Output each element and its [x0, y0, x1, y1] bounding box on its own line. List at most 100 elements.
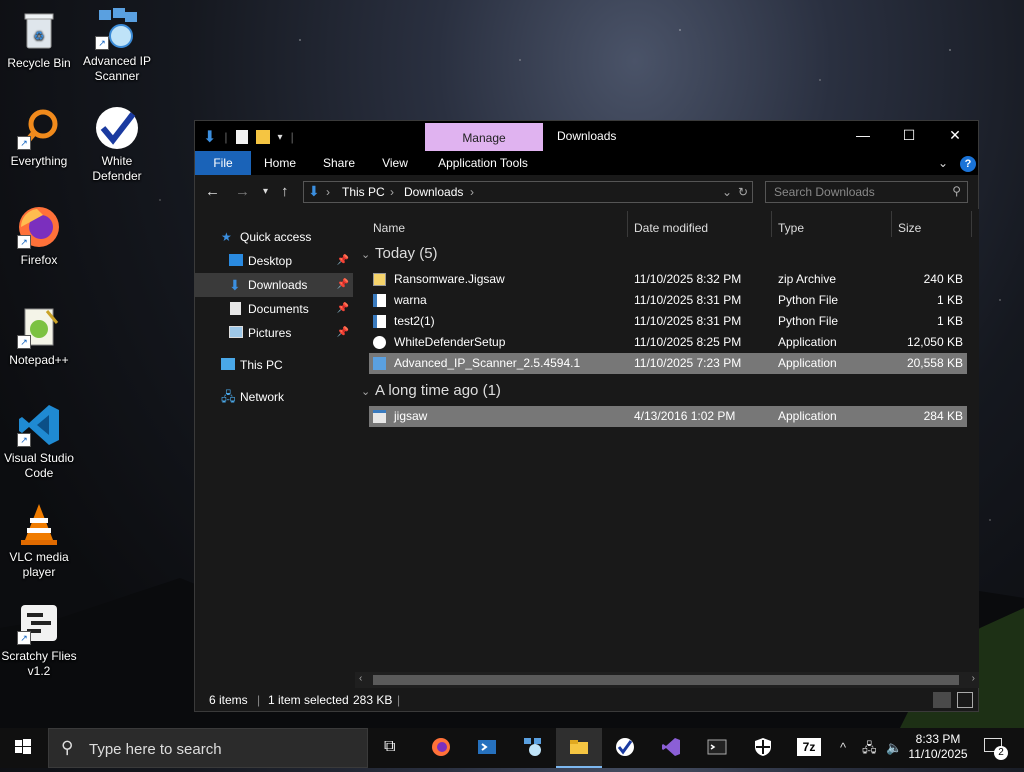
breadcrumb-separator[interactable]: › [470, 185, 474, 199]
breadcrumb-separator[interactable]: › [390, 185, 394, 199]
column-divider[interactable] [627, 211, 628, 237]
address-dropdown-icon[interactable]: ⌄ [722, 185, 732, 199]
recycle-bin-icon: ♻ [17, 8, 61, 52]
column-divider[interactable] [771, 211, 772, 237]
taskbar-white-defender[interactable] [602, 728, 648, 768]
breadcrumb-separator[interactable]: › [326, 185, 330, 199]
desktop-icon-scratchy-flies[interactable]: ↗ Scratchy Flies v1.2 [0, 601, 78, 679]
file-row[interactable]: test2(1) 11/10/2025 8:31 PM Python File … [369, 311, 967, 332]
scrollbar-thumb[interactable] [373, 675, 959, 685]
network-status-icon[interactable]: 🖧 [862, 728, 877, 768]
file-type: Application [778, 335, 837, 349]
volume-muted-icon[interactable]: 🔈 [886, 728, 902, 768]
tab-application-tools[interactable]: Application Tools [433, 151, 533, 175]
file-explorer-window[interactable]: ⬇ | ▾ | Manage Downloads — ☐ ✕ File Home… [194, 120, 979, 712]
nav-quick-access[interactable]: ★ Quick access [195, 225, 353, 249]
minimize-button[interactable]: — [840, 121, 886, 151]
tab-share[interactable]: Share [317, 151, 361, 175]
shortcut-arrow-icon: ↗ [17, 433, 31, 447]
clock-time: 8:33 PM [915, 732, 961, 746]
column-header-type[interactable]: Type [778, 221, 804, 235]
expand-ribbon-icon[interactable]: ⌄ [935, 151, 951, 175]
new-folder-icon[interactable] [255, 130, 270, 144]
breadcrumb-downloads[interactable]: Downloads [404, 185, 463, 199]
maximize-button[interactable]: ☐ [886, 121, 932, 151]
refresh-icon[interactable]: ↻ [738, 185, 748, 199]
taskbar-powershell[interactable] [464, 728, 510, 768]
file-row[interactable]: Ransomware.Jigsaw 11/10/2025 8:32 PM zip… [369, 269, 967, 290]
window-title: Downloads [557, 129, 617, 143]
taskbar-file-explorer[interactable] [556, 728, 602, 768]
group-header-today[interactable]: ⌄ Today (5) [361, 245, 438, 262]
recent-locations-chevron-icon[interactable]: ▾ [263, 186, 268, 197]
notification-center-button[interactable]: 2 [980, 728, 1010, 768]
task-view-button[interactable]: ⧉ [368, 728, 414, 768]
tab-home[interactable]: Home [259, 151, 301, 175]
clock[interactable]: 8:33 PM 11/10/2025 [906, 728, 970, 772]
nav-pictures[interactable]: Pictures 📌 [195, 321, 353, 345]
scroll-left-icon[interactable]: ‹ [359, 673, 362, 684]
address-bar[interactable]: ⬇ › This PC › Downloads › ⌄ ↻ [303, 181, 753, 203]
column-divider[interactable] [971, 211, 972, 237]
customize-toolbar-icon[interactable]: ▾ [278, 132, 283, 143]
desktop-icon-recycle-bin[interactable]: ♻ Recycle Bin [0, 8, 78, 71]
show-hidden-icons-chevron-icon[interactable]: ^ [840, 728, 846, 768]
file-row[interactable]: warna 11/10/2025 8:31 PM Python File 1 K… [369, 290, 967, 311]
desktop-icon-firefox[interactable]: ↗ Firefox [0, 205, 78, 268]
properties-icon[interactable] [235, 130, 248, 144]
nav-network[interactable]: 🖧 Network [195, 385, 353, 409]
help-icon[interactable]: ? [959, 151, 977, 175]
details-view-icon[interactable] [933, 692, 951, 708]
ribbon-tabs: File Home Share View Application Tools ⌄… [195, 151, 978, 175]
close-button[interactable]: ✕ [932, 121, 978, 151]
file-list[interactable]: Name Date modified Type Size ⌄ Today (5) … [355, 209, 979, 673]
column-header-size[interactable]: Size [898, 221, 921, 235]
breadcrumb-this-pc[interactable]: This PC [342, 185, 385, 199]
taskbar-security[interactable] [740, 728, 786, 768]
nav-downloads[interactable]: ⬇ Downloads 📌 [195, 273, 353, 297]
file-type: zip Archive [778, 272, 837, 286]
title-bar[interactable]: ⬇ | ▾ | Manage Downloads — ☐ ✕ [195, 121, 978, 151]
taskbar-terminal[interactable] [694, 728, 740, 768]
column-header-date[interactable]: Date modified [634, 221, 708, 235]
forward-button[interactable]: → [235, 183, 250, 200]
network-scanner-icon [524, 738, 541, 756]
file-row-selected[interactable]: jigsaw 4/13/2016 1:02 PM Application 284… [369, 406, 967, 427]
start-button[interactable] [0, 728, 46, 768]
taskbar-visual-studio[interactable] [648, 728, 694, 768]
nav-this-pc[interactable]: This PC [195, 353, 353, 377]
horizontal-scrollbar[interactable]: ‹ › [355, 672, 979, 688]
desktop-icon-advanced-ip-scanner[interactable]: ↗ Advanced IP Scanner [78, 6, 156, 84]
desktop-icon-notepad-plus-plus[interactable]: ↗ Notepad++ [0, 305, 78, 368]
search-input[interactable]: Search Downloads ⚲ [765, 181, 968, 203]
desktop-icon-label: Everything [10, 154, 68, 168]
scroll-right-icon[interactable]: › [972, 673, 975, 684]
taskbar-7zip[interactable]: 7z [786, 728, 832, 768]
tab-file[interactable]: File [195, 151, 251, 175]
desktop-icon-vscode[interactable]: ↗ Visual Studio Code [0, 403, 78, 481]
file-row[interactable]: WhiteDefenderSetup 11/10/2025 8:25 PM Ap… [369, 332, 967, 353]
taskbar-firefox[interactable] [418, 728, 464, 768]
file-name: Advanced_IP_Scanner_2.5.4594.1 [394, 356, 581, 370]
tab-manage[interactable]: Manage [425, 123, 543, 151]
desktop-icon-white-defender[interactable]: White Defender [78, 106, 156, 184]
nav-desktop[interactable]: Desktop 📌 [195, 249, 353, 273]
up-button[interactable]: ↑ [281, 183, 289, 200]
navigation-pane[interactable]: ★ Quick access Desktop 📌 ⬇ Downloads 📌 D… [195, 209, 353, 681]
nav-documents[interactable]: Documents 📌 [195, 297, 353, 321]
desktop-icon-vlc[interactable]: VLC media player [0, 502, 78, 580]
terminal-icon [707, 739, 727, 755]
tab-view[interactable]: View [377, 151, 413, 175]
back-button[interactable]: ← [205, 183, 220, 200]
file-date: 4/13/2016 1:02 PM [634, 409, 736, 423]
desktop-icon-everything[interactable]: ↗ Everything [0, 106, 78, 169]
file-row-selected[interactable]: Advanced_IP_Scanner_2.5.4594.1 11/10/202… [369, 353, 967, 374]
taskbar-search-box[interactable]: ⚲ Type here to search [48, 728, 368, 768]
large-icons-view-icon[interactable] [957, 692, 973, 708]
group-title: A long time ago (1) [375, 382, 501, 399]
star-icon: ★ [221, 230, 232, 244]
column-header-name[interactable]: Name [373, 221, 405, 235]
group-header-long-time-ago[interactable]: ⌄ A long time ago (1) [361, 382, 501, 399]
column-divider[interactable] [891, 211, 892, 237]
taskbar-advanced-ip-scanner[interactable] [510, 728, 556, 768]
